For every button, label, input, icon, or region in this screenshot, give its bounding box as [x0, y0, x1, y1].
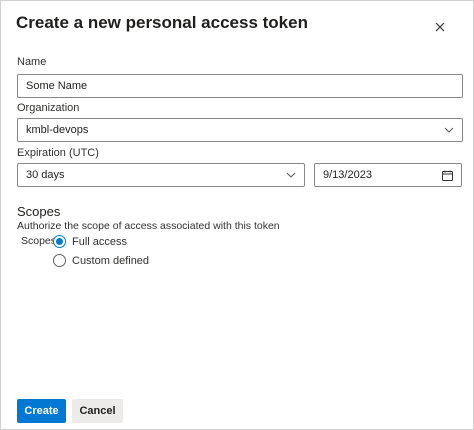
calendar-icon[interactable] — [442, 170, 453, 181]
organization-value: kmbl-devops — [26, 124, 89, 136]
expiration-date-field[interactable]: 9/13/2023 — [314, 163, 462, 187]
organization-label: Organization — [17, 102, 80, 114]
expiration-value: 30 days — [26, 169, 65, 181]
name-label: Name — [17, 56, 47, 68]
chevron-down-icon — [286, 172, 296, 178]
radio-checked-icon — [53, 235, 66, 248]
organization-select[interactable]: kmbl-devops — [17, 118, 463, 142]
expiration-label: Expiration (UTC) — [17, 147, 99, 159]
chevron-down-icon — [444, 127, 454, 133]
expiration-select[interactable]: 30 days — [17, 163, 305, 187]
radio-full-access-label: Full access — [72, 235, 128, 248]
radio-custom-defined[interactable]: Custom defined — [53, 254, 149, 267]
expiration-date-value: 9/13/2023 — [323, 169, 372, 181]
close-button[interactable] — [431, 18, 449, 36]
name-input[interactable] — [17, 74, 463, 98]
dialog-title: Create a new personal access token — [16, 13, 308, 32]
radio-full-access[interactable]: Full access — [53, 235, 127, 248]
close-icon — [435, 22, 445, 32]
create-token-dialog: Create a new personal access token Name … — [0, 0, 474, 430]
radio-custom-defined-label: Custom defined — [72, 254, 150, 267]
cancel-button[interactable]: Cancel — [72, 399, 123, 423]
scopes-heading: Scopes — [17, 204, 61, 219]
create-button[interactable]: Create — [17, 399, 66, 423]
radio-unchecked-icon — [53, 254, 66, 267]
scopes-description: Authorize the scope of access associated… — [17, 220, 280, 232]
scopes-label: Scopes — [21, 235, 57, 247]
